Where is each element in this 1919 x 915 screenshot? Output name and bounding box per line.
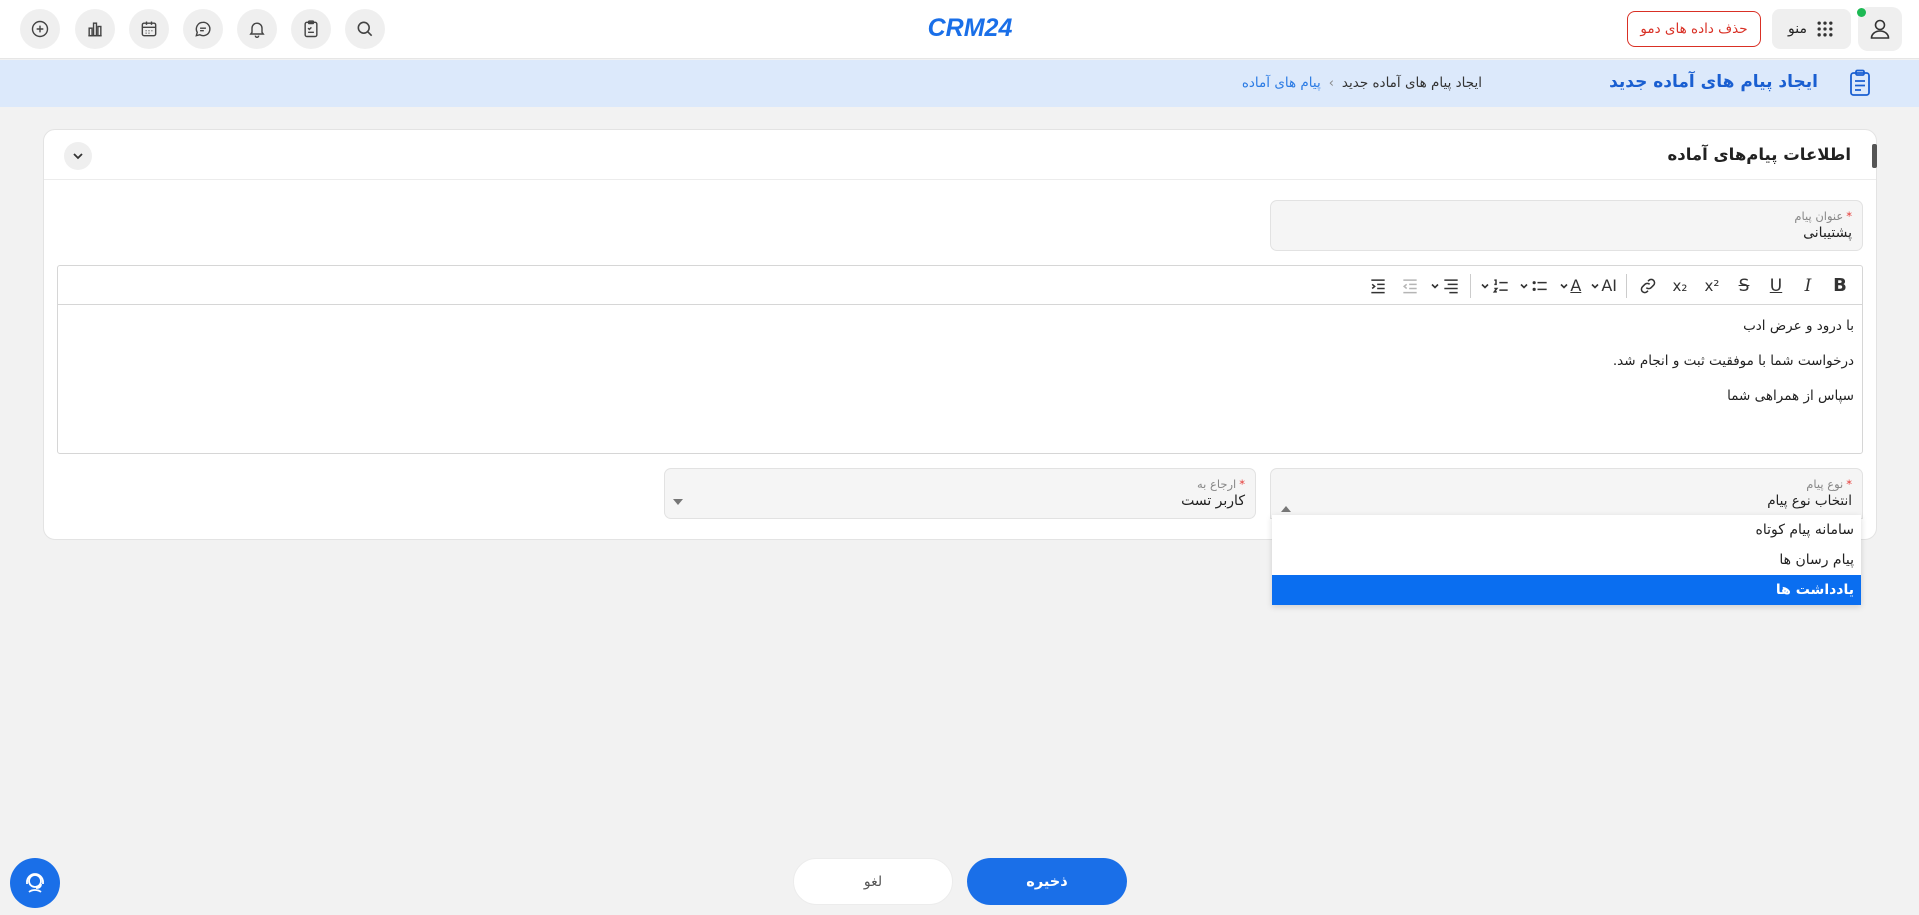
plus-circle-icon: [31, 20, 49, 38]
bold-button[interactable]: B: [1826, 271, 1854, 301]
outdent-button[interactable]: [1396, 271, 1424, 301]
message-type-options: سامانه پیام کوتاه پیام رسان ها یادداشت ه…: [1272, 515, 1861, 605]
calendar-icon: [141, 21, 157, 37]
chevron-down-icon: [1591, 283, 1599, 289]
subscript-button[interactable]: x₂: [1666, 271, 1694, 301]
editor-line: با درود و عرض ادب: [1743, 318, 1854, 334]
link-icon: [1640, 278, 1656, 293]
indent-icon: [1371, 278, 1385, 293]
add-button[interactable]: [20, 9, 60, 49]
breadcrumb-link-ready-messages[interactable]: پیام های آماده: [1242, 75, 1321, 91]
crm24-logo-mark: CRM24: [928, 14, 1013, 42]
menu-label: منو: [1788, 21, 1807, 37]
subject-field[interactable]: *عنوان پیام پشتیبانی: [1270, 200, 1863, 251]
chart-bar-icon: [88, 22, 102, 37]
card-title: اطلاعات پیام‌های آماده: [1667, 145, 1851, 164]
message-type-field[interactable]: *نوع پیام انتخاب نوع پیام: [1270, 468, 1863, 519]
tasks-button[interactable]: [291, 9, 331, 49]
font-size-label: AI: [1601, 276, 1617, 295]
align-right-icon: [1444, 278, 1458, 293]
caret-up-icon: [1281, 506, 1291, 512]
font-size-dropdown[interactable]: AI: [1588, 271, 1619, 301]
notifications-button[interactable]: [237, 9, 277, 49]
bullet-list-icon: [1532, 280, 1547, 291]
bullet-list-dropdown[interactable]: [1517, 271, 1552, 301]
font-color-label: A: [1570, 276, 1582, 295]
breadcrumb-current: ایجاد پیام های آماده جدید: [1341, 75, 1482, 91]
chevron-down-icon: [73, 153, 83, 160]
clipboard-check-icon: [304, 20, 318, 38]
toolbar-separator: [1626, 273, 1627, 298]
superscript-button[interactable]: x²: [1698, 271, 1726, 301]
logo-text: CRM24: [928, 14, 1013, 42]
required-mark: *: [1239, 477, 1245, 491]
subject-value: پشتیبانی: [1803, 225, 1852, 241]
user-icon: [1870, 19, 1890, 39]
underline-button[interactable]: U: [1762, 271, 1790, 301]
chat-button[interactable]: [183, 9, 223, 49]
crm24-logo[interactable]: CRM24: [920, 11, 1020, 43]
align-dropdown[interactable]: [1428, 271, 1463, 301]
editor-toolbar: B I U S x² x₂ AI A: [58, 266, 1862, 305]
indent-button[interactable]: [1364, 271, 1392, 301]
italic-button[interactable]: I: [1794, 271, 1822, 301]
page-title: ایجاد پیام های آماده جدید: [1609, 72, 1818, 92]
support-chat-button[interactable]: [10, 858, 60, 908]
link-button[interactable]: [1634, 271, 1662, 301]
card-accent-bar: [1872, 144, 1877, 168]
required-mark: *: [1846, 477, 1852, 491]
breadcrumb: پیام های آماده › ایجاد پیام های آماده جد…: [1242, 75, 1482, 91]
support-agent-icon: [26, 873, 44, 893]
toolbar-separator: [1470, 273, 1472, 298]
online-status-dot: [1857, 8, 1866, 17]
collapse-card-button[interactable]: [64, 142, 92, 170]
font-color-dropdown[interactable]: A: [1556, 271, 1584, 301]
message-type-placeholder: انتخاب نوع پیام: [1767, 493, 1852, 509]
menu-button[interactable]: منو: [1772, 9, 1851, 49]
editor-line: درخواست شما با موفقیت ثبت و انجام شد.: [1612, 353, 1854, 369]
chevron-down-icon: [1520, 283, 1528, 289]
refer-to-value: کاربر تست: [1181, 493, 1245, 509]
breadcrumb-separator-icon: ›: [1328, 75, 1334, 91]
chevron-down-icon: [1431, 283, 1439, 289]
bell-icon: [249, 22, 265, 38]
numbered-list-icon: [1493, 278, 1508, 293]
card-header: اطلاعات پیام‌های آماده: [44, 130, 1877, 180]
delete-demo-data-button[interactable]: حذف داده های دمو: [1627, 11, 1761, 47]
editor-line: سپاس از همراهی شما: [1727, 388, 1854, 404]
message-type-label: *نوع پیام: [1806, 477, 1852, 491]
search-button[interactable]: [345, 9, 385, 49]
calendar-button[interactable]: [129, 9, 169, 49]
search-icon: [357, 21, 373, 37]
grid-menu-icon: [1817, 21, 1833, 37]
caret-down-icon: [673, 499, 683, 505]
message-editor: B I U S x² x₂ AI A با درود و عرض ادب درخ…: [57, 265, 1863, 454]
strikethrough-button[interactable]: S: [1730, 271, 1758, 301]
refer-to-label: *ارجاع به: [1197, 477, 1245, 491]
subject-label: *عنوان پیام: [1794, 209, 1852, 223]
option-messengers[interactable]: پیام رسان ها: [1272, 545, 1861, 575]
outdent-icon: [1403, 278, 1417, 293]
cancel-button[interactable]: لغو: [793, 858, 953, 905]
option-sms[interactable]: سامانه پیام کوتاه: [1272, 515, 1861, 545]
chevron-down-icon: [1481, 283, 1489, 289]
top-bar: CRM24 حذف داده های دمو منو: [0, 0, 1919, 59]
option-notes[interactable]: یادداشت ها: [1272, 575, 1861, 605]
save-button[interactable]: ذخیره: [967, 858, 1127, 905]
clipboard-list-icon: [1850, 69, 1870, 96]
refer-to-field[interactable]: *ارجاع به کاربر تست: [664, 468, 1256, 519]
required-mark: *: [1846, 209, 1852, 223]
chat-icon: [195, 21, 211, 37]
chevron-down-icon: [1560, 283, 1568, 289]
numbered-list-dropdown[interactable]: [1478, 271, 1513, 301]
reports-button[interactable]: [75, 9, 115, 49]
editor-content[interactable]: با درود و عرض ادب درخواست شما با موفقیت …: [1613, 318, 1854, 423]
